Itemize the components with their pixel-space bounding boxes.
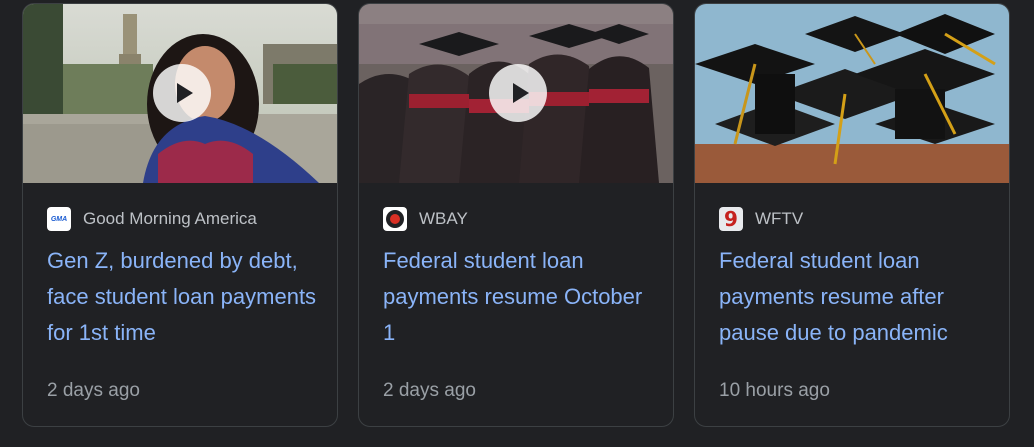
news-card[interactable]: WBAY Federal student loan payments resum… (358, 3, 674, 427)
news-headline[interactable]: Federal student loan payments resume aft… (719, 243, 993, 351)
news-thumbnail[interactable] (23, 4, 337, 183)
news-source: 9 WFTV (719, 207, 803, 231)
news-timestamp: 2 days ago (47, 380, 140, 401)
news-carousel: GMA Good Morning America Gen Z, burdened… (0, 0, 1034, 447)
news-source: GMA Good Morning America (47, 207, 257, 231)
gma-logo-icon: GMA (47, 207, 71, 231)
wbay-logo-icon (383, 207, 407, 231)
thumbnail-image (695, 4, 1009, 183)
source-name: WFTV (755, 209, 804, 228)
news-card[interactable]: GMA Good Morning America Gen Z, burdened… (22, 3, 338, 427)
play-icon[interactable] (489, 64, 547, 122)
news-headline[interactable]: Gen Z, burdened by debt, face student lo… (47, 243, 321, 351)
news-source: WBAY (383, 207, 468, 231)
news-card[interactable]: 9 WFTV Federal student loan payments res… (694, 3, 1010, 427)
source-name: Good Morning America (83, 209, 257, 228)
news-thumbnail[interactable] (695, 4, 1009, 183)
play-icon[interactable] (153, 64, 211, 122)
news-headline[interactable]: Federal student loan payments resume Oct… (383, 243, 657, 351)
source-name: WBAY (419, 209, 468, 228)
news-timestamp: 10 hours ago (719, 380, 830, 401)
news-timestamp: 2 days ago (383, 380, 476, 401)
news-thumbnail[interactable] (359, 4, 673, 183)
wftv-logo-icon: 9 (719, 207, 743, 231)
